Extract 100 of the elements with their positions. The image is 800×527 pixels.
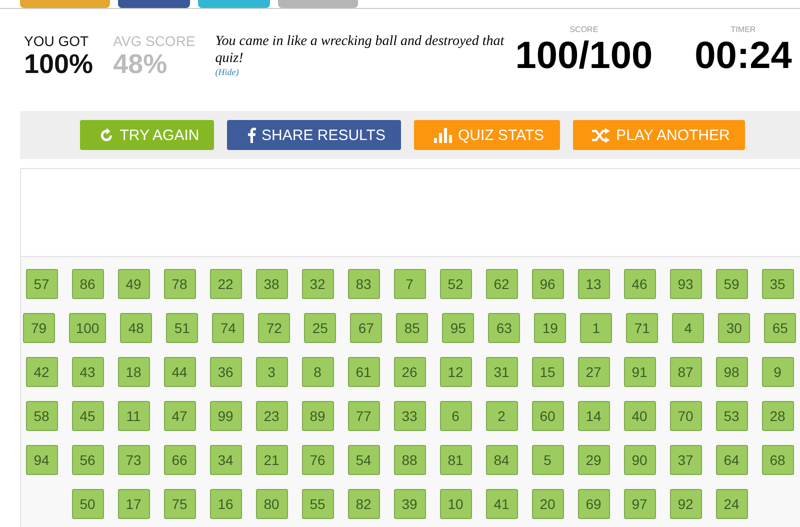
answer-tile: 1 (580, 313, 612, 343)
answer-tile: 94 (26, 445, 58, 475)
answer-tile: 29 (578, 445, 610, 475)
retry-button[interactable]: TRY AGAIN (80, 120, 214, 150)
answer-tile: 8 (302, 357, 334, 387)
score-value: 100/100 (515, 34, 653, 78)
answer-tile: 15 (532, 357, 564, 387)
answer-tile: 78 (164, 269, 196, 299)
answer-tile: 100 (68, 313, 106, 343)
answer-tile: 61 (348, 357, 380, 387)
answer-tile: 5 (532, 445, 564, 475)
answer-tile: 28 (762, 401, 794, 431)
answer-tile: 31 (486, 357, 518, 387)
shuffle-button[interactable]: PLAY ANOTHER (573, 120, 745, 150)
answer-tile: 39 (394, 489, 426, 519)
answer-tile: 25 (304, 313, 336, 343)
tab-stub (198, 0, 270, 8)
share-button[interactable]: SHARE RESULTS (227, 120, 401, 150)
answer-tile: 54 (348, 445, 380, 475)
answer-tile: 93 (670, 269, 702, 299)
answer-tile: 17 (118, 489, 150, 519)
answer-tile: 38 (256, 269, 288, 299)
answer-tile: 84 (486, 445, 518, 475)
answer-tile: 41 (486, 489, 518, 519)
answer-tile: 52 (440, 269, 472, 299)
answer-tile: 65 (764, 313, 796, 343)
avg-score-label: AVG SCORE (113, 33, 196, 49)
answer-tile: 33 (394, 401, 426, 431)
answer-tile: 62 (486, 269, 518, 299)
answer-tile: 13 (578, 269, 610, 299)
answer-tile: 20 (532, 489, 564, 519)
answer-tile: 19 (534, 313, 566, 343)
answer-tile: 37 (670, 445, 702, 475)
answer-tile: 21 (256, 445, 288, 475)
answer-tile: 57 (26, 269, 58, 299)
answer-tile: 70 (670, 401, 702, 431)
bar-chart-icon (434, 127, 452, 143)
answer-tile: 3 (256, 357, 288, 387)
answer-tile: 51 (166, 313, 198, 343)
answer-tile: 36 (210, 357, 242, 387)
answer-tile: 58 (26, 401, 58, 431)
answer-tile: 88 (394, 445, 426, 475)
answer-tile: 96 (532, 269, 564, 299)
answer-tile: 89 (302, 401, 334, 431)
answer-tile: 42 (26, 357, 58, 387)
answer-tile: 74 (212, 313, 244, 343)
answer-tile: 56 (72, 445, 104, 475)
answer-tile: 73 (118, 445, 150, 475)
answer-tile: 55 (302, 489, 334, 519)
answer-tile: 67 (350, 313, 382, 343)
answer-tile: 79 (22, 313, 55, 343)
timer-label: TIMER (730, 25, 756, 34)
answer-tile: 97 (624, 489, 656, 519)
answer-tile: 90 (624, 445, 656, 475)
answer-tile: 35 (762, 269, 794, 299)
answer-tile: 12 (440, 357, 472, 387)
answer-tile: 66 (164, 445, 196, 475)
answer-tile: 7 (394, 269, 426, 299)
answer-tile: 11 (118, 401, 150, 431)
answer-tile: 4 (672, 313, 704, 343)
answer-tile: 14 (578, 401, 610, 431)
tab-stub (118, 0, 190, 8)
answer-tile: 83 (348, 269, 380, 299)
answer-tile: 27 (578, 357, 610, 387)
answer-tile: 80 (256, 489, 288, 519)
answer-tile: 91 (624, 357, 656, 387)
answer-tile: 81 (440, 445, 472, 475)
answer-tile: 34 (210, 445, 242, 475)
answer-tile: 40 (624, 401, 656, 431)
answer-tile: 2 (486, 401, 518, 431)
answer-tile: 23 (256, 401, 288, 431)
answer-tile: 22 (210, 269, 242, 299)
answer-tile: 98 (716, 357, 748, 387)
answer-tile: 16 (210, 489, 242, 519)
answer-tile: 24 (716, 489, 748, 519)
answer-tile: 69 (578, 489, 610, 519)
answer-tile: 68 (762, 445, 794, 475)
answer-tile: 44 (164, 357, 196, 387)
answer-tile: 48 (120, 313, 152, 343)
hide-link[interactable]: (Hide) (215, 67, 239, 77)
shuffle-icon (592, 128, 610, 142)
answer-tile: 59 (716, 269, 748, 299)
answer-tile: 92 (670, 489, 702, 519)
facebook-icon (246, 127, 256, 143)
answer-tile: 71 (626, 313, 658, 343)
your-score: 100% (24, 49, 94, 80)
answer-tile: 10 (440, 489, 472, 519)
answer-tile: 50 (72, 489, 104, 519)
result-message: You came in like a wrecking ball and destroyed that quiz! (215, 33, 506, 67)
answer-tile: 82 (348, 489, 380, 519)
answer-tile: 64 (716, 445, 748, 475)
refresh-icon (98, 128, 114, 142)
answer-tile: 47 (164, 401, 196, 431)
stats-button[interactable]: QUIZ STATS (414, 120, 560, 150)
answer-tile: 26 (394, 357, 426, 387)
answer-tile: 95 (442, 313, 474, 343)
answer-tile: 9 (762, 357, 794, 387)
answer-tile: 46 (624, 269, 656, 299)
answer-tile: 76 (302, 445, 334, 475)
answer-tile: 30 (718, 313, 750, 343)
